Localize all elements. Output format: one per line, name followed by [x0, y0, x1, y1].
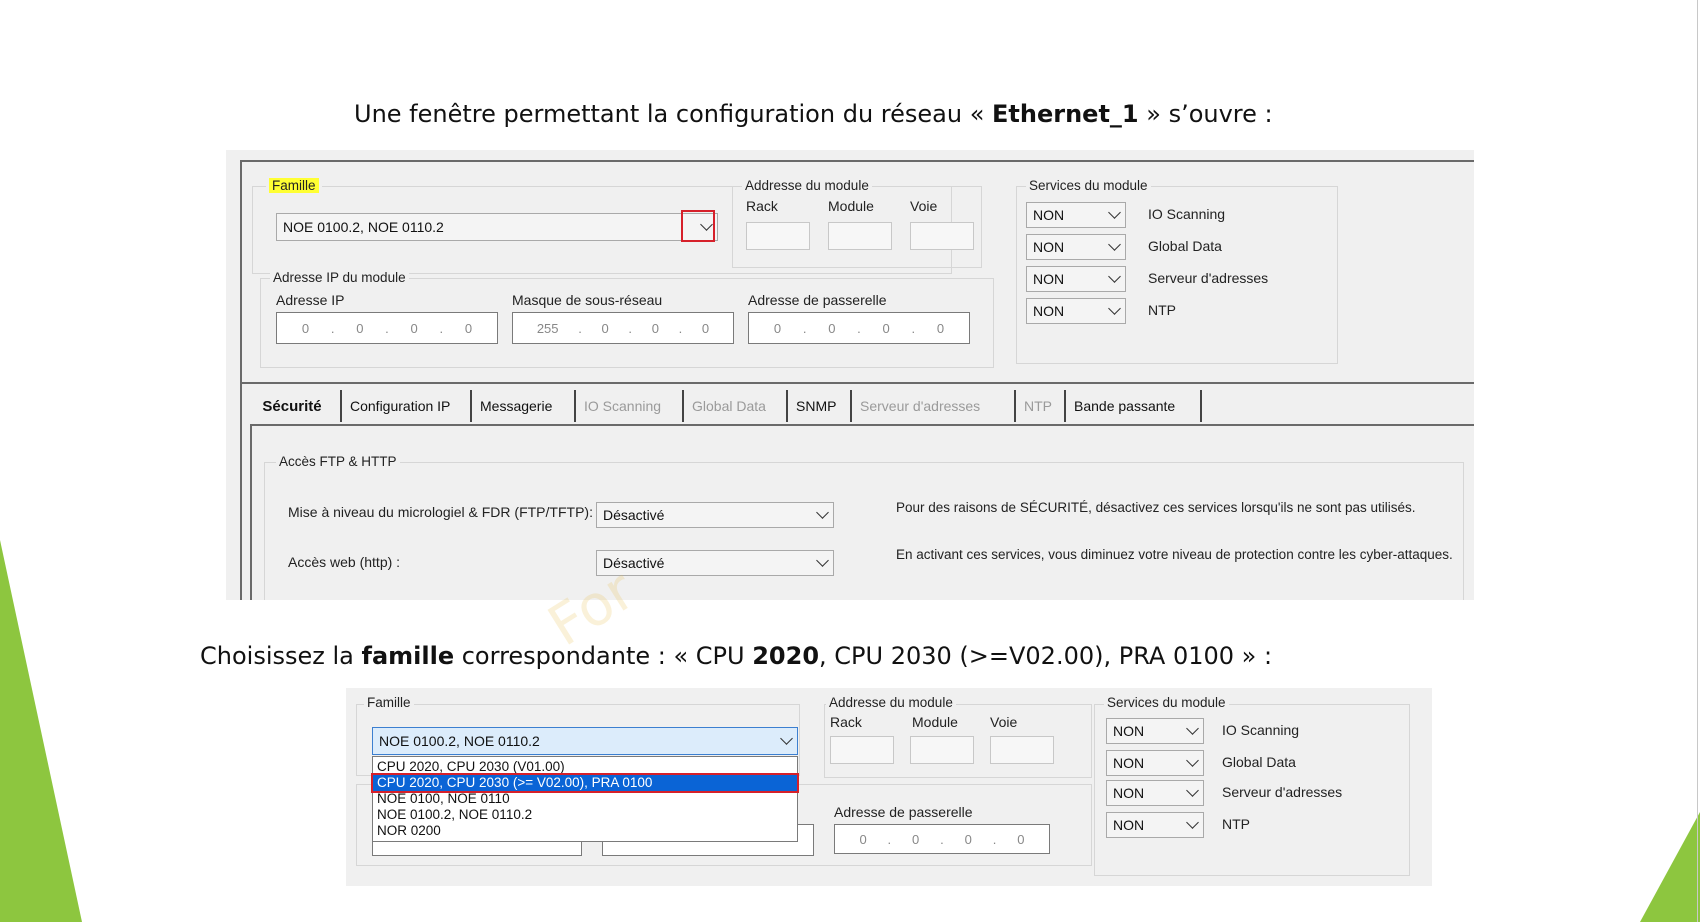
chevron-down-icon	[816, 506, 829, 519]
chevron-down-icon	[1108, 238, 1121, 251]
mask-label: Masque de sous-réseau	[512, 292, 663, 308]
famille-label: Famille	[269, 178, 319, 193]
tab-bar: Sécurité Configuration IP Messagerie IO …	[244, 390, 1202, 422]
service-address-server-select[interactable]: NON	[1026, 266, 1126, 292]
famille-option[interactable]: NOR 0200	[373, 823, 797, 839]
cyber-note: En activant ces services, vous diminuez …	[896, 547, 1453, 562]
voie-label-2: Voie	[990, 714, 1018, 730]
service-ntp-label-2: NTP	[1222, 816, 1250, 832]
tab-bande-passante[interactable]: Bande passante	[1066, 390, 1202, 422]
firmware-select[interactable]: Désactivé	[596, 502, 834, 528]
chevron-down-icon	[1108, 206, 1121, 219]
ethernet-name: Ethernet_1	[992, 100, 1139, 128]
services-title-2: Services du module	[1104, 695, 1229, 710]
famille-option[interactable]: NOE 0100, NOE 0110	[373, 791, 797, 807]
service-address-server-select-2[interactable]: NON	[1106, 780, 1204, 806]
gateway-label-2: Adresse de passerelle	[834, 804, 973, 820]
service-ntp-label: NTP	[1148, 302, 1176, 318]
service-io-scanning-label: IO Scanning	[1148, 206, 1226, 222]
service-address-server-label-2: Serveur d'adresses	[1222, 784, 1343, 800]
service-address-server-label: Serveur d'adresses	[1148, 270, 1269, 286]
tab-global-data[interactable]: Global Data	[684, 390, 788, 422]
services-title: Services du module	[1026, 178, 1151, 193]
chevron-down-icon	[1108, 302, 1121, 315]
tab-configuration-ip[interactable]: Configuration IP	[342, 390, 472, 422]
tab-securite[interactable]: Sécurité	[244, 390, 342, 422]
famille-option[interactable]: NOE 0100.2, NOE 0110.2	[373, 807, 797, 823]
module-label-2: Module	[912, 714, 958, 730]
module-label: Module	[828, 198, 874, 214]
famille-select-open[interactable]: NOE 0100.2, NOE 0110.2	[372, 727, 798, 755]
voie-field-2[interactable]	[990, 736, 1054, 764]
mask-input[interactable]: 255. 0. 0. 0	[512, 312, 734, 344]
right-accent-shape	[1640, 812, 1700, 922]
gateway-input-2[interactable]: 0.0.0.0	[834, 824, 1050, 854]
web-access-select[interactable]: Désactivé	[596, 550, 834, 576]
module-field-2[interactable]	[910, 736, 974, 764]
famille-label-2: Famille	[364, 695, 414, 710]
access-title: Accès FTP & HTTP	[276, 454, 400, 469]
ip-label: Adresse IP	[276, 292, 345, 308]
rack-label-2: Rack	[830, 714, 862, 730]
rack-field-2[interactable]	[830, 736, 894, 764]
ethernet-config-window: Famille NOE 0100.2, NOE 0110.2 Addresse …	[226, 150, 1474, 600]
ip-group-title: Adresse IP du module	[270, 270, 409, 285]
tab-io-scanning[interactable]: IO Scanning	[576, 390, 684, 422]
gateway-label: Adresse de passerelle	[748, 292, 887, 308]
ip-input[interactable]: 0.0.0.0	[276, 312, 498, 344]
service-global-data-label-2: Global Data	[1222, 754, 1296, 770]
voie-field[interactable]	[910, 222, 974, 250]
chevron-down-icon	[1186, 784, 1199, 797]
service-ntp-select[interactable]: NON	[1026, 298, 1126, 324]
famille-select[interactable]: NOE 0100.2, NOE 0110.2	[276, 213, 718, 241]
tab-messagerie[interactable]: Messagerie	[472, 390, 576, 422]
module-address-title-2: Addresse du module	[826, 695, 956, 710]
famille-option-selected[interactable]: CPU 2020, CPU 2030 (>= V02.00), PRA 0100	[371, 773, 799, 793]
right-edge-line	[1697, 0, 1698, 922]
tab-ntp[interactable]: NTP	[1016, 390, 1066, 422]
left-accent-shape	[0, 540, 82, 922]
voie-label: Voie	[910, 198, 938, 214]
famille-option[interactable]: CPU 2020, CPU 2030 (V01.00)	[373, 759, 797, 775]
chevron-down-icon	[816, 554, 829, 567]
chevron-down-icon	[1186, 816, 1199, 829]
service-ntp-select-2[interactable]: NON	[1106, 812, 1204, 838]
rack-label: Rack	[746, 198, 778, 214]
service-io-scanning-select-2[interactable]: NON	[1106, 718, 1204, 744]
web-access-label: Accès web (http) :	[288, 554, 401, 570]
chevron-down-icon	[1186, 754, 1199, 767]
service-io-scanning-select[interactable]: NON	[1026, 202, 1126, 228]
service-io-scanning-label-2: IO Scanning	[1222, 722, 1300, 738]
chevron-down-icon	[780, 732, 793, 745]
chevron-down-icon	[1108, 270, 1121, 283]
rack-field[interactable]	[746, 222, 810, 250]
gateway-input[interactable]: 0.0.0.0	[748, 312, 970, 344]
dropdown-highlight-box	[681, 210, 715, 242]
module-field[interactable]	[828, 222, 892, 250]
access-group	[264, 462, 1464, 600]
famille-options-list: CPU 2020, CPU 2030 (V01.00) CPU 2020, CP…	[371, 756, 799, 842]
choose-text: Choisissez la famille correspondante : «…	[200, 642, 1273, 670]
security-note: Pour des raisons de SÉCURITÉ, désactivez…	[896, 500, 1416, 515]
service-global-data-select[interactable]: NON	[1026, 234, 1126, 260]
chevron-down-icon	[1186, 722, 1199, 735]
tab-address-server[interactable]: Serveur d'adresses	[852, 390, 1016, 422]
tab-snmp[interactable]: SNMP	[788, 390, 852, 422]
service-global-data-label: Global Data	[1148, 238, 1222, 254]
module-address-title: Addresse du module	[742, 178, 872, 193]
service-global-data-select-2[interactable]: NON	[1106, 750, 1204, 776]
intro-text: Une fenêtre permettant la configuration …	[354, 100, 1273, 128]
family-choice-window: Famille Addresse du module Rack Module V…	[346, 688, 1432, 886]
firmware-label: Mise à niveau du micrologiel & FDR (FTP/…	[288, 504, 593, 520]
